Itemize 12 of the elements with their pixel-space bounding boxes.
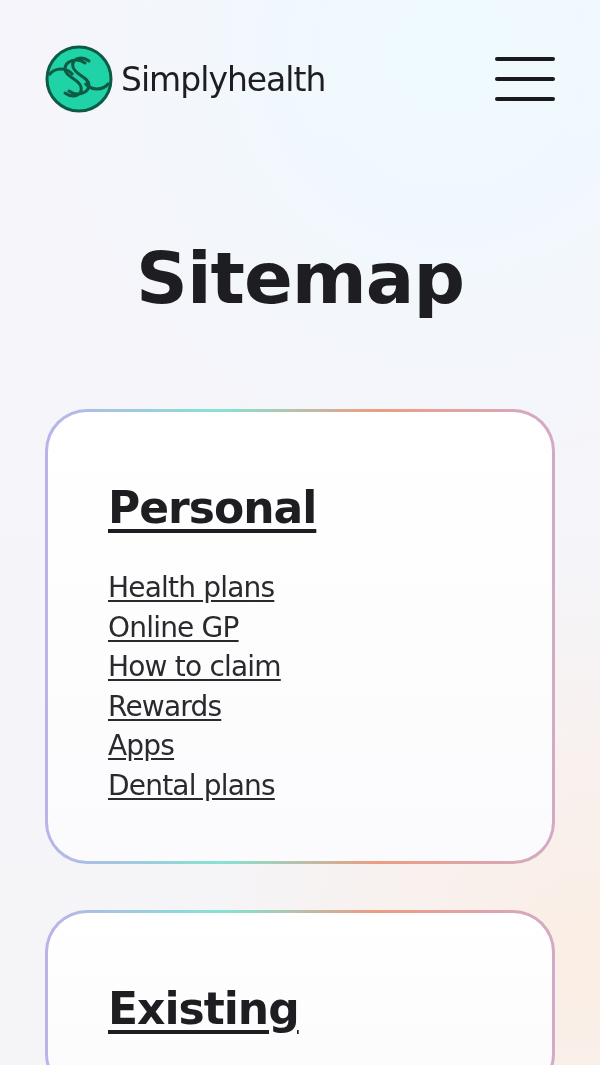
brand-name[interactable]: Simplyhealth <box>121 59 326 99</box>
sitemap-link[interactable]: Apps <box>108 726 175 766</box>
section-heading-link[interactable]: Personal <box>108 480 317 536</box>
section-heading-link[interactable]: Existing <box>108 981 299 1037</box>
sitemap-link[interactable]: How to claim <box>108 647 281 687</box>
menu-icon[interactable] <box>495 57 555 101</box>
sitemap-link[interactable]: Rewards <box>108 686 222 726</box>
logo-icon[interactable] <box>45 45 113 113</box>
sitemap-link[interactable]: Dental plans <box>108 765 275 805</box>
sitemap-link[interactable]: Health plans <box>108 568 275 608</box>
sitemap-link[interactable]: Online GP <box>108 607 239 647</box>
page-title: Sitemap <box>135 235 465 322</box>
